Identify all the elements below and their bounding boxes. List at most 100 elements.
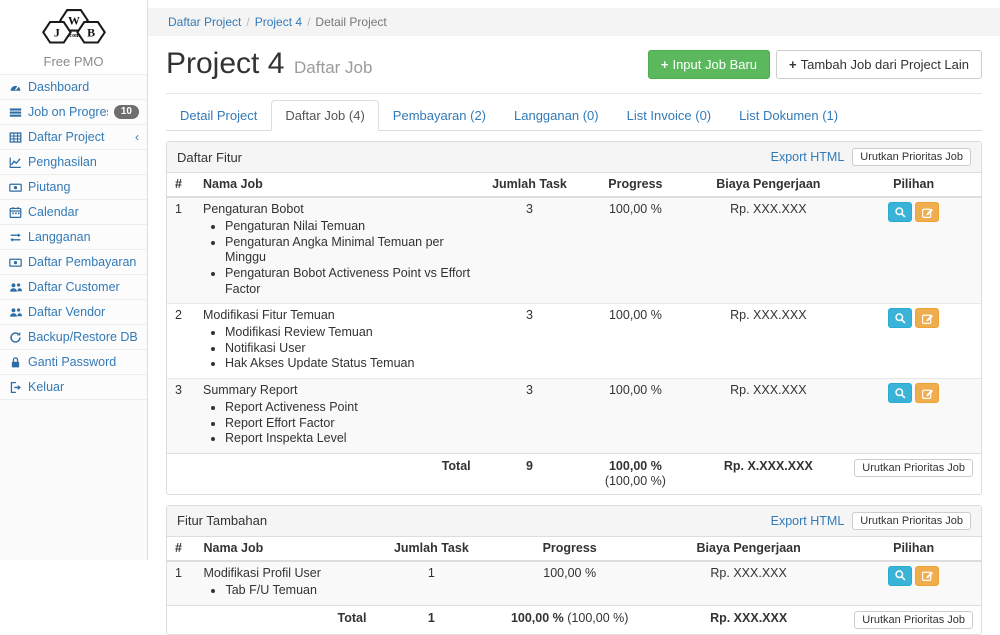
col-pilihan: Pilihan <box>846 537 981 561</box>
total-row: Total 9 100,00 % (100,00 %) Rp. X.XXX.XX… <box>167 453 981 494</box>
export-html-link[interactable]: Export HTML <box>771 150 845 164</box>
col-progress: Progress <box>488 537 651 561</box>
users-icon <box>8 281 22 294</box>
col-jumlah-task: Jumlah Task <box>479 173 581 197</box>
sidebar-item-piutang[interactable]: Piutang <box>0 174 147 199</box>
subtask: Pengaturan Angka Minimal Temuan per Ming… <box>225 235 471 266</box>
subtask: Modifikasi Review Temuan <box>225 325 471 341</box>
chevron-left-icon: ‹ <box>135 130 139 144</box>
col-biaya: Biaya Pengerjaan <box>690 173 846 197</box>
total-tasks: 1 <box>374 605 488 634</box>
sidebar-item-langganan[interactable]: Langganan <box>0 224 147 249</box>
sidebar-item-keluar[interactable]: Keluar <box>0 374 147 400</box>
sidebar-item-daftar-pembayaran[interactable]: Daftar Pembayaran <box>0 249 147 274</box>
sidebar-item-label: Penghasilan <box>28 155 139 169</box>
export-html-link[interactable]: Export HTML <box>771 514 845 528</box>
table-header-row: # Nama Job Jumlah Task Progress Biaya Pe… <box>167 537 981 561</box>
sidebar-menu: Dashboard Job on Progress 10 Daftar Proj… <box>0 74 147 400</box>
sign-out-icon <box>8 381 22 394</box>
subtask-list: Modifikasi Review Temuan Notifikasi User… <box>225 325 471 372</box>
exchange-icon <box>8 231 22 244</box>
subtask: Pengaturan Bobot Activeness Point vs Eff… <box>225 266 471 297</box>
urutkan-prioritas-job-button[interactable]: Urutkan Prioritas Job <box>854 459 973 477</box>
sidebar-item-label: Daftar Customer <box>28 280 139 294</box>
col-no: # <box>167 537 195 561</box>
total-label: Total <box>195 605 374 634</box>
job-title: Modifikasi Profil User <box>203 566 366 581</box>
search-icon <box>894 312 907 325</box>
tab-pembayaran[interactable]: Pembayaran (2) <box>379 100 500 131</box>
subtask-list: Report Activeness Point Report Effort Fa… <box>225 400 471 447</box>
sidebar-item-daftar-customer[interactable]: Daftar Customer <box>0 274 147 299</box>
tab-daftar-job[interactable]: Daftar Job (4) <box>271 100 378 131</box>
money-icon <box>8 181 22 194</box>
subtask: Tab F/U Temuan <box>225 583 366 599</box>
col-jumlah-task: Jumlah Task <box>374 537 488 561</box>
row-cost: Rp. XXX.XXX <box>651 561 846 605</box>
lock-icon <box>8 356 22 369</box>
edit-job-button[interactable] <box>915 202 939 222</box>
sidebar-item-calendar[interactable]: Calendar <box>0 199 147 224</box>
urutkan-prioritas-job-button[interactable]: Urutkan Prioritas Job <box>852 512 971 530</box>
sidebar-item-ganti-password[interactable]: Ganti Password <box>0 349 147 374</box>
breadcrumb-daftar-project[interactable]: Daftar Project <box>168 15 241 29</box>
sidebar-item-label: Daftar Project <box>28 130 129 144</box>
breadcrumb: Daftar Project/Project 4/Detail Project <box>148 8 1000 36</box>
urutkan-prioritas-job-button[interactable]: Urutkan Prioritas Job <box>854 611 973 629</box>
tab-langganan[interactable]: Langganan (0) <box>500 100 613 131</box>
view-job-button[interactable] <box>888 308 912 328</box>
col-nama-job: Nama Job <box>195 537 374 561</box>
breadcrumb-project-4[interactable]: Project 4 <box>255 15 302 29</box>
page-title: Project 4 <box>166 47 284 80</box>
sidebar-item-daftar-project[interactable]: Daftar Project ‹ <box>0 124 147 149</box>
edit-icon <box>921 206 934 219</box>
view-job-button[interactable] <box>888 202 912 222</box>
subtask-list: Pengaturan Nilai Temuan Pengaturan Angka… <box>225 219 471 297</box>
page-header: Project 4 Daftar Job +Input Job Baru +Ta… <box>166 36 982 94</box>
edit-job-button[interactable] <box>915 308 939 328</box>
job-title: Summary Report <box>203 383 471 398</box>
search-icon <box>894 569 907 582</box>
sidebar-item-backup-restore-db[interactable]: Backup/Restore DB <box>0 324 147 349</box>
subtask: Notifikasi User <box>225 341 471 357</box>
tab-list-invoice[interactable]: List Invoice (0) <box>613 100 726 131</box>
row-tasks: 3 <box>479 197 581 304</box>
row-actions <box>846 197 981 304</box>
urutkan-prioritas-job-button[interactable]: Urutkan Prioritas Job <box>852 148 971 166</box>
tab-list-dokumen[interactable]: List Dokumen (1) <box>725 100 852 131</box>
row-no: 3 <box>167 379 195 454</box>
row-job: Summary Report Report Activeness Point R… <box>195 379 479 454</box>
panel-title: Fitur Tambahan <box>177 513 771 528</box>
row-progress: 100,00 % <box>580 304 690 379</box>
logo-letter-b: B <box>87 26 95 40</box>
edit-job-button[interactable] <box>915 383 939 403</box>
sidebar-item-daftar-vendor[interactable]: Daftar Vendor <box>0 299 147 324</box>
tambah-job-dari-project-lain-button[interactable]: +Tambah Job dari Project Lain <box>776 50 982 79</box>
row-job: Modifikasi Profil User Tab F/U Temuan <box>195 561 374 605</box>
col-pilihan: Pilihan <box>846 173 981 197</box>
sidebar-item-job-on-progress[interactable]: Job on Progress 10 <box>0 99 147 124</box>
total-tasks: 9 <box>479 453 581 494</box>
sidebar-item-label: Calendar <box>28 205 139 219</box>
row-no: 1 <box>167 561 195 605</box>
page-subtitle: Daftar Job <box>294 58 372 77</box>
total-row: Total 1 100,00 % (100,00 %) Rp. XXX.XXX … <box>167 605 981 634</box>
col-no: # <box>167 173 195 197</box>
sidebar-item-label: Keluar <box>28 380 139 394</box>
view-job-button[interactable] <box>888 383 912 403</box>
users-icon <box>8 306 22 319</box>
sidebar-item-penghasilan[interactable]: Penghasilan <box>0 149 147 174</box>
table-row: 2 Modifikasi Fitur Temuan Modifikasi Rev… <box>167 304 981 379</box>
input-job-baru-button[interactable]: +Input Job Baru <box>648 50 770 79</box>
plus-icon: + <box>661 57 669 72</box>
job-title: Pengaturan Bobot <box>203 202 471 217</box>
subtask: Report Effort Factor <box>225 416 471 432</box>
total-cost: Rp. XXX.XXX <box>651 605 846 634</box>
progress-count-badge: 10 <box>114 105 139 119</box>
edit-job-button[interactable] <box>915 566 939 586</box>
view-job-button[interactable] <box>888 566 912 586</box>
sidebar: W J B .com Free PMO Dashboard Job on Pro… <box>0 0 148 560</box>
tab-detail-project[interactable]: Detail Project <box>166 100 271 131</box>
row-actions <box>846 379 981 454</box>
sidebar-item-dashboard[interactable]: Dashboard <box>0 74 147 99</box>
